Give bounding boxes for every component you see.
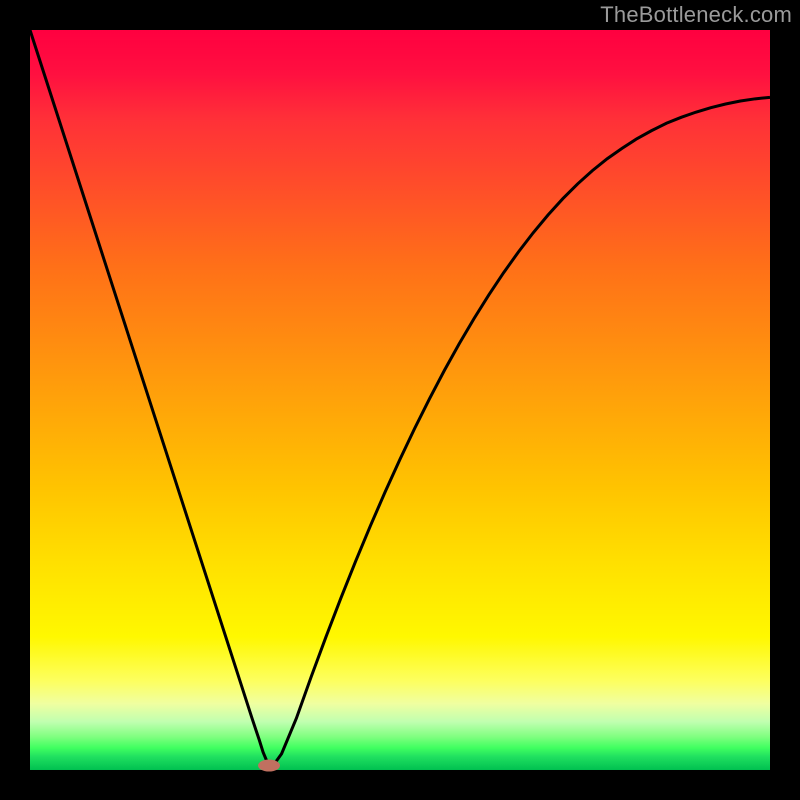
chart-frame: TheBottleneck.com <box>0 0 800 800</box>
watermark-text: TheBottleneck.com <box>600 2 792 28</box>
curve-line <box>30 30 770 766</box>
minimum-marker <box>258 760 280 772</box>
plot-svg <box>30 30 770 770</box>
plot-area <box>30 30 770 770</box>
